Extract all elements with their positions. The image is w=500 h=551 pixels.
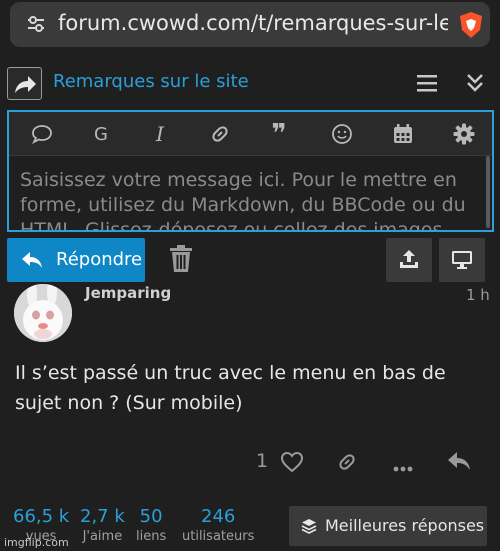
stat-users-number: 246	[201, 506, 236, 527]
heart-icon[interactable]	[280, 451, 304, 477]
share-link-icon[interactable]	[336, 451, 358, 477]
stat-likes-number: 2,7 k	[80, 506, 125, 527]
menu-icon[interactable]	[417, 74, 437, 96]
rabbid-avatar-icon	[14, 284, 72, 342]
grid-g-icon[interactable]: G	[89, 122, 113, 146]
site-settings-icon[interactable]	[26, 14, 46, 38]
post-time[interactable]: 1 h	[466, 286, 490, 304]
trash-icon[interactable]	[169, 245, 193, 277]
reply-button[interactable]: Répondre	[7, 238, 145, 282]
more-options-icon[interactable]	[393, 457, 413, 476]
brave-shield-icon[interactable]	[456, 10, 486, 44]
composer-editor: G I ❞ Saisissez votre message ici. Pour …	[7, 110, 494, 232]
like-count[interactable]: 1	[256, 450, 268, 472]
italic-icon[interactable]: I	[148, 122, 172, 146]
reply-post-icon[interactable]	[447, 450, 471, 476]
post-actions: 1	[0, 442, 500, 482]
blockquote-icon[interactable]: ❞	[267, 119, 291, 149]
stat-links: 50 liens	[136, 506, 166, 544]
upload-button[interactable]	[386, 238, 432, 282]
stat-links-label: liens	[136, 529, 167, 544]
best-answers-button[interactable]: Meilleures réponses	[289, 506, 487, 546]
share-forward-icon	[15, 76, 36, 93]
stat-users-label: utilisateurs	[182, 529, 255, 544]
topic-title-link[interactable]: Remarques sur le site	[53, 71, 249, 92]
stat-likes-label: J'aime	[82, 529, 123, 544]
message-textarea[interactable]: Saisissez votre message ici. Pour le met…	[20, 168, 475, 230]
stat-likes: 2,7 k J'aime	[80, 506, 125, 544]
calendar-icon[interactable]	[391, 122, 415, 146]
desktop-icon	[452, 251, 472, 269]
link-icon[interactable]	[208, 122, 232, 146]
upload-icon	[400, 250, 418, 268]
editor-scrollbar[interactable]	[486, 156, 490, 228]
collapse-chevron-icon[interactable]	[465, 72, 485, 98]
editor-toolbar: G I ❞	[9, 112, 492, 156]
reply-arrow-icon	[22, 252, 42, 268]
post-username[interactable]: Jemparing	[85, 284, 171, 302]
composer-header: Remarques sur le site	[0, 64, 500, 104]
gear-icon[interactable]	[452, 122, 476, 146]
stat-links-number: 50	[139, 506, 163, 527]
url-bar[interactable]: forum.cwowd.com/t/remarques-sur-le-site	[10, 2, 490, 47]
best-answers-label: Meilleures réponses	[325, 516, 485, 535]
url-text[interactable]: forum.cwowd.com/t/remarques-sur-le-site	[58, 11, 448, 35]
browser-toolbar: forum.cwowd.com/t/remarques-sur-le-site	[0, 0, 500, 54]
reply-button-label: Répondre	[56, 249, 143, 270]
layers-icon	[301, 519, 317, 534]
emoji-icon[interactable]	[330, 122, 354, 146]
avatar[interactable]	[14, 284, 72, 342]
quote-icon[interactable]	[30, 122, 54, 146]
toggle-preview-button[interactable]	[439, 238, 485, 282]
imgflip-watermark: imgflip.com	[4, 536, 69, 549]
post-body: Il s’est passé un truc avec le menu en b…	[15, 362, 446, 414]
reply-type-button[interactable]	[7, 67, 42, 100]
stat-views-number: 66,5 k	[13, 506, 70, 527]
stat-users: 246 utilisateurs	[182, 506, 254, 544]
